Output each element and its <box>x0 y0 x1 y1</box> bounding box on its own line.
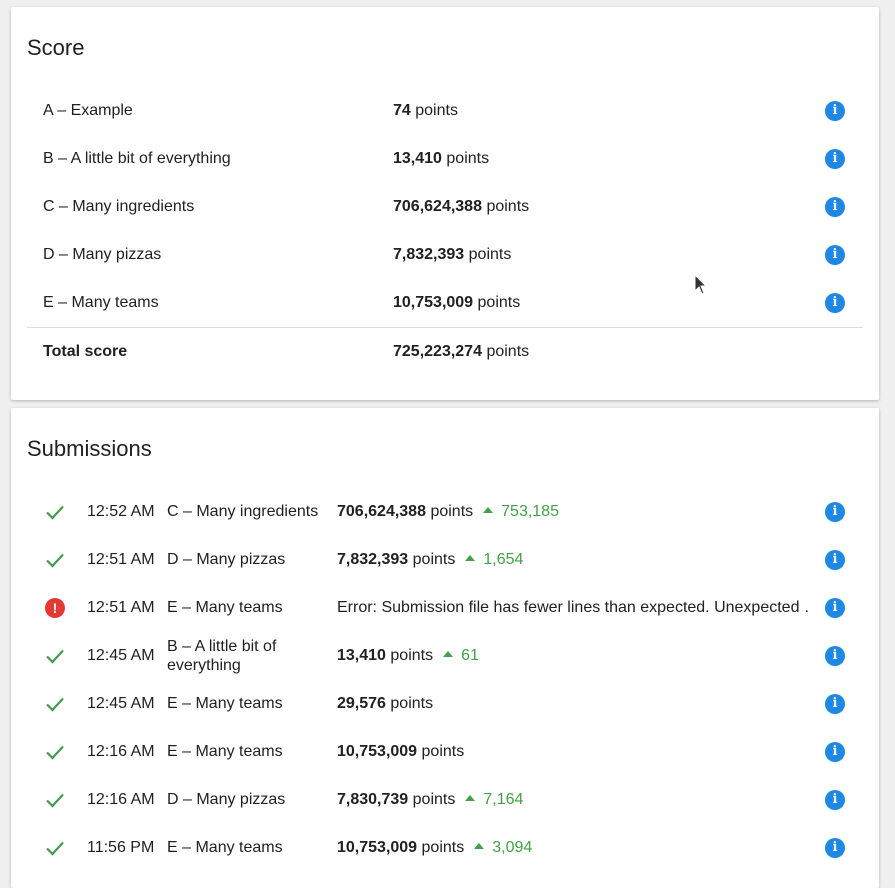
total-points: 725,223,274 points <box>393 343 530 360</box>
info-icon[interactable]: i <box>825 598 845 618</box>
check-icon <box>46 841 64 856</box>
submission-row: ! 12:51 AM E – Many teams Error: Submiss… <box>11 584 879 632</box>
submission-row: 12:51 AM D – Many pizzas 7,832,393 point… <box>11 536 879 584</box>
info-icon[interactable]: i <box>825 197 845 217</box>
submission-dataset: E – Many teams <box>167 743 283 760</box>
arrow-up-icon <box>465 555 476 562</box>
submission-delta: 7,164 <box>483 791 524 808</box>
check-icon <box>46 697 64 712</box>
submission-time: 12:16 AM <box>87 743 155 760</box>
info-icon[interactable]: i <box>825 245 845 265</box>
info-icon[interactable]: i <box>825 101 845 121</box>
info-icon[interactable]: i <box>825 742 845 762</box>
score-row-points: 706,624,388 points <box>393 198 530 215</box>
check-icon <box>46 553 64 568</box>
error-icon: ! <box>45 598 65 618</box>
check-icon <box>46 505 64 520</box>
submission-points: 13,410 points 61 <box>337 647 479 664</box>
submission-time: 12:45 AM <box>87 695 155 712</box>
submission-time: 12:16 AM <box>87 791 155 808</box>
submission-delta: 3,094 <box>492 839 533 856</box>
submission-dataset: D – Many pizzas <box>167 551 286 568</box>
info-icon[interactable]: i <box>825 694 845 714</box>
info-icon[interactable]: i <box>825 149 845 169</box>
submission-time: 12:51 AM <box>87 599 155 616</box>
check-icon <box>46 745 64 760</box>
score-row-points: 74 points <box>393 102 458 119</box>
submission-row: 12:16 AM D – Many pizzas 7,830,739 point… <box>11 776 879 824</box>
arrow-up-icon <box>465 795 476 802</box>
arrow-up-icon <box>474 843 485 850</box>
submission-dataset: D – Many pizzas <box>167 791 286 808</box>
mouse-cursor-icon <box>694 274 708 295</box>
submission-delta: 1,654 <box>483 551 524 568</box>
submission-row: 11:56 PM E – Many teams 10,753,009 point… <box>11 824 879 872</box>
submission-row: 12:45 AM E – Many teams 29,576 points i <box>11 680 879 728</box>
submission-time: 12:52 AM <box>87 503 155 520</box>
total-row: Total score 725,223,274 points <box>11 328 879 376</box>
submission-delta: 753,185 <box>501 503 559 520</box>
submission-points: 10,753,009 points 3,094 <box>337 839 533 856</box>
check-icon <box>46 649 64 664</box>
info-icon[interactable]: i <box>825 502 845 522</box>
score-row-points: 10,753,009 points <box>393 294 521 311</box>
submission-time: 11:56 PM <box>87 839 155 856</box>
info-icon[interactable]: i <box>825 790 845 810</box>
submission-dataset: E – Many teams <box>167 599 283 616</box>
score-row-name: C – Many ingredients <box>43 198 195 215</box>
total-label: Total score <box>43 343 128 360</box>
score-row: D – Many pizzas 7,832,393 points i <box>11 231 879 279</box>
submission-points: 7,832,393 points 1,654 <box>337 551 524 568</box>
submission-error: Error: Submission file has fewer lines t… <box>337 599 811 616</box>
info-icon[interactable]: i <box>825 646 845 666</box>
submission-time: 12:51 AM <box>87 551 155 568</box>
submissions-card: Submissions 12:52 AM C – Many ingredient… <box>11 408 879 888</box>
score-row-name: A – Example <box>43 102 133 119</box>
submission-time: 12:45 AM <box>87 647 155 664</box>
submission-points: 29,576 points <box>337 695 434 712</box>
submission-row: 12:45 AM B – A little bit of everything … <box>11 632 879 680</box>
score-row: C – Many ingredients 706,624,388 points … <box>11 183 879 231</box>
submissions-title: Submissions <box>27 436 152 461</box>
submission-points: 7,830,739 points 7,164 <box>337 791 524 808</box>
score-row: E – Many teams 10,753,009 points i <box>11 279 879 327</box>
score-row-name: D – Many pizzas <box>43 246 162 263</box>
check-icon <box>46 793 64 808</box>
score-row: B – A little bit of everything 13,410 po… <box>11 135 879 183</box>
submission-dataset: C – Many ingredients <box>167 503 319 520</box>
info-icon[interactable]: i <box>825 550 845 570</box>
submission-points: 706,624,388 points 753,185 <box>337 503 559 520</box>
arrow-up-icon <box>443 651 454 658</box>
score-row-points: 13,410 points <box>393 150 490 167</box>
score-title: Score <box>27 35 85 60</box>
submission-dataset: E – Many teams <box>167 839 283 856</box>
score-row-points: 7,832,393 points <box>393 246 512 263</box>
info-icon[interactable]: i <box>825 293 845 313</box>
submission-dataset: B – A little bit of everything <box>167 638 277 674</box>
submission-row: 12:52 AM C – Many ingredients 706,624,38… <box>11 488 879 536</box>
score-row: A – Example 74 points i <box>11 87 879 135</box>
score-card: Score A – Example 74 points i B – A litt… <box>11 7 879 400</box>
arrow-up-icon <box>483 507 494 514</box>
submission-row: 12:16 AM E – Many teams 10,753,009 point… <box>11 728 879 776</box>
submission-delta: 61 <box>461 647 479 664</box>
submission-dataset: E – Many teams <box>167 695 283 712</box>
info-icon[interactable]: i <box>825 838 845 858</box>
submission-points: 10,753,009 points <box>337 743 465 760</box>
score-row-name: B – A little bit of everything <box>43 150 231 167</box>
score-row-name: E – Many teams <box>43 294 159 311</box>
